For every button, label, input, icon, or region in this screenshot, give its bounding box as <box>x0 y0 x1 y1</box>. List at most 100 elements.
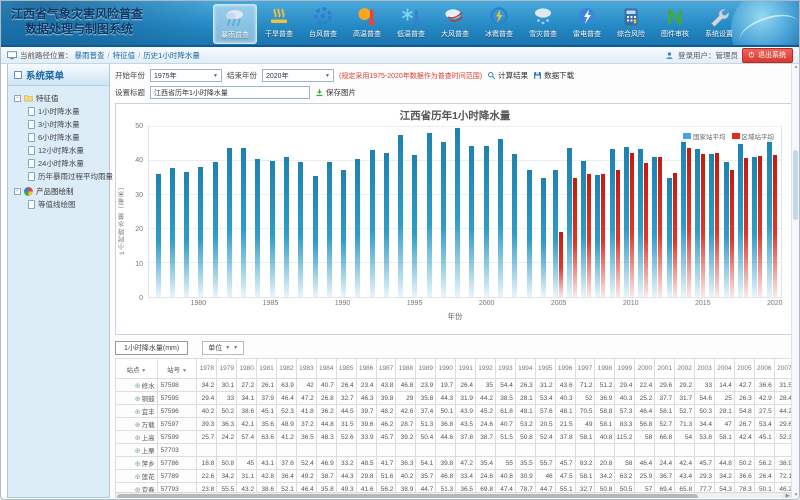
national-bar[interactable] <box>767 137 772 297</box>
scroll-up-arrow-icon[interactable]: ▲ <box>792 64 800 70</box>
column-header-year[interactable]: 1989 <box>416 359 436 379</box>
regional-bar[interactable] <box>630 153 634 297</box>
national-bar[interactable] <box>198 167 203 297</box>
column-header-year[interactable]: 1999 <box>615 359 635 379</box>
expand-row-icon[interactable]: ⊕ <box>135 383 141 390</box>
national-bar[interactable] <box>184 172 189 297</box>
chart-title-input[interactable] <box>150 86 310 99</box>
column-header-year[interactable]: 1991 <box>456 359 476 379</box>
national-bar[interactable] <box>469 146 474 297</box>
toolbar-item-risk[interactable]: 综合风险 <box>609 4 653 44</box>
regional-bar[interactable] <box>601 174 605 297</box>
regional-bar[interactable] <box>658 157 662 297</box>
station-cell[interactable]: ⊕万载 <box>116 418 158 431</box>
column-header-year[interactable]: 1988 <box>396 359 416 379</box>
toolbar-item-gale[interactable]: 大风普查 <box>433 4 477 44</box>
station-cell[interactable]: ⊕宜丰 <box>116 405 158 418</box>
national-bar[interactable] <box>610 149 615 297</box>
column-header-year[interactable]: 2002 <box>675 359 695 379</box>
column-header-year[interactable]: 2000 <box>635 359 655 379</box>
national-bar[interactable] <box>484 146 489 297</box>
expand-row-icon[interactable]: ⊕ <box>135 409 141 416</box>
expand-row-icon[interactable]: ⊕ <box>135 474 141 481</box>
national-bar[interactable] <box>724 162 729 297</box>
toolbar-item-lightning[interactable]: 雷电普查 <box>565 4 609 44</box>
save-image-button[interactable]: 保存图片 <box>315 87 356 98</box>
national-bar[interactable] <box>156 174 161 297</box>
toolbar-item-drought[interactable]: 干旱普查 <box>257 4 301 44</box>
regional-bar[interactable] <box>773 155 777 297</box>
toolbar-item-review[interactable]: 图件审核 <box>653 4 697 44</box>
national-bar[interactable] <box>752 157 757 297</box>
national-bar[interactable] <box>427 133 432 297</box>
national-bar[interactable] <box>355 159 360 297</box>
national-bar[interactable] <box>652 157 657 297</box>
horizontal-scrollbar[interactable]: ▶ <box>115 492 793 498</box>
column-header-year[interactable]: 1979 <box>217 359 237 379</box>
tree-group-1[interactable]: -产品图绘制 <box>14 185 107 198</box>
toolbar-item-typhoon[interactable]: 台风普查 <box>301 4 345 44</box>
national-bar[interactable] <box>341 170 346 297</box>
toolbar-item-hail[interactable]: 冰雹普查 <box>477 4 521 44</box>
sidebar-item-6小时降水量[interactable]: 6小时降水量 <box>14 131 107 144</box>
national-bar[interactable] <box>327 162 332 297</box>
breadcrumb-item[interactable]: 暴雨普查 <box>75 50 105 61</box>
column-header-year[interactable]: 1981 <box>257 359 277 379</box>
national-bar[interactable] <box>667 178 672 297</box>
column-header-year[interactable]: 1996 <box>555 359 575 379</box>
end-year-select[interactable]: 2020年▼ <box>262 69 334 82</box>
column-header-code[interactable]: 站号 ▼ <box>157 359 197 379</box>
national-bar[interactable] <box>498 139 503 297</box>
national-bar[interactable] <box>398 135 403 297</box>
station-cell[interactable]: ⊕铜鼓 <box>116 392 158 405</box>
download-button[interactable]: 数据下载 <box>533 70 574 81</box>
expand-row-icon[interactable]: ⊕ <box>135 448 141 455</box>
tree-expander-icon[interactable]: - <box>14 188 21 195</box>
regional-bar[interactable] <box>616 170 620 298</box>
national-bar[interactable] <box>227 148 232 297</box>
tree-group-0[interactable]: -特征值 <box>14 92 107 105</box>
column-header-year[interactable]: 1993 <box>495 359 515 379</box>
column-header-year[interactable]: 1997 <box>575 359 595 379</box>
expand-row-icon[interactable]: ⊕ <box>135 396 141 403</box>
sidebar-item-24小时降水量[interactable]: 24小时降水量 <box>14 157 107 170</box>
vertical-scrollbar[interactable]: ▲ ▼ <box>791 64 799 498</box>
regional-bar[interactable] <box>673 173 677 297</box>
national-bar[interactable] <box>370 150 375 297</box>
national-bar[interactable] <box>695 149 700 297</box>
column-header-station[interactable]: 站点 ▼ <box>116 359 158 379</box>
vertical-scrollbar-thumb[interactable] <box>793 150 798 220</box>
expand-row-icon[interactable]: ⊕ <box>135 461 141 468</box>
column-header-year[interactable]: 1983 <box>296 359 316 379</box>
national-bar[interactable] <box>738 144 743 297</box>
national-bar[interactable] <box>567 148 572 297</box>
national-bar[interactable] <box>284 157 289 297</box>
column-header-year[interactable]: 2001 <box>655 359 675 379</box>
national-bar[interactable] <box>527 170 532 297</box>
column-header-year[interactable]: 2004 <box>714 359 734 379</box>
station-cell[interactable]: ⊕莲花 <box>116 470 158 483</box>
toolbar-item-rainstorm[interactable]: 暴雨普查 <box>213 4 257 44</box>
toolbar-item-low-temp[interactable]: 低温普查 <box>389 4 433 44</box>
regional-bar[interactable] <box>573 178 577 297</box>
column-header-year[interactable]: 2005 <box>734 359 754 379</box>
regional-bar[interactable] <box>701 154 705 297</box>
column-header-year[interactable]: 1986 <box>356 359 376 379</box>
national-bar[interactable] <box>553 170 558 298</box>
expand-row-icon[interactable]: ⊕ <box>135 422 141 429</box>
column-header-year[interactable]: 1982 <box>276 359 296 379</box>
regional-bar[interactable] <box>744 158 748 297</box>
column-header-year[interactable]: 1980 <box>237 359 257 379</box>
breadcrumb-item[interactable]: 历史1小时降水量 <box>143 50 200 61</box>
national-bar[interactable] <box>581 161 586 297</box>
toolbar-item-snow[interactable]: 雪灾普查 <box>521 4 565 44</box>
station-cell[interactable]: ⊕上栗 <box>116 444 158 457</box>
national-bar[interactable] <box>512 154 517 297</box>
national-bar[interactable] <box>681 140 686 297</box>
toolbar-item-high-temp[interactable]: 高温普查 <box>345 4 389 44</box>
national-bar[interactable] <box>441 142 446 297</box>
column-header-year[interactable]: 1990 <box>436 359 456 379</box>
regional-bar[interactable] <box>715 153 719 297</box>
national-bar[interactable] <box>412 155 417 297</box>
regional-bar[interactable] <box>730 170 734 297</box>
